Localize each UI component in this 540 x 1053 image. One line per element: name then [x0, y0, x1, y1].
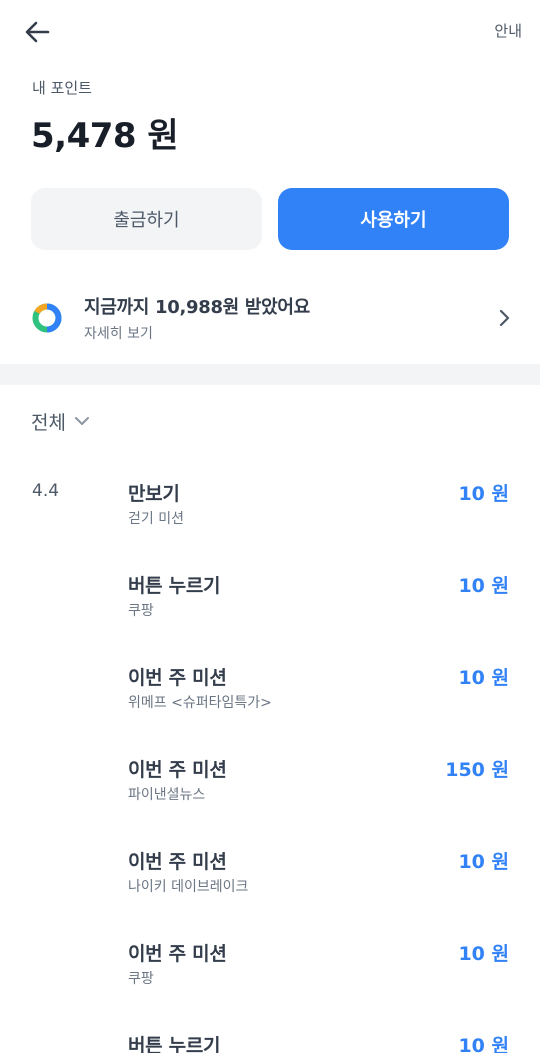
list-item[interactable]: 버튼 누르기 쿠팡 10 원: [0, 571, 540, 641]
points-balance: 5,478 원: [31, 116, 179, 156]
transaction-amount: 150 원: [445, 759, 509, 781]
transaction-source: 걷기 미션: [128, 511, 184, 527]
transaction-title: 버튼 누르기: [128, 1035, 221, 1053]
transaction-amount: 10 원: [458, 943, 509, 965]
list-item[interactable]: 이번 주 미션 쿠팡 10 원: [0, 939, 540, 1009]
withdraw-button[interactable]: 출금하기: [31, 188, 262, 250]
transaction-title: 이번 주 미션: [128, 943, 227, 965]
list-item[interactable]: 이번 주 미션 나이키 데이브레이크 10 원: [0, 847, 540, 917]
donut-chart-icon: [32, 303, 62, 333]
transaction-title: 만보기: [128, 483, 180, 505]
transaction-source: 파이낸셜뉴스: [128, 787, 206, 803]
filter-dropdown[interactable]: 전체: [31, 407, 90, 435]
use-button[interactable]: 사용하기: [278, 188, 509, 250]
transaction-amount: 10 원: [458, 667, 509, 689]
transaction-amount: 10 원: [458, 851, 509, 873]
transaction-source: 나이키 데이브레이크: [128, 879, 249, 895]
transaction-amount: 10 원: [458, 483, 509, 505]
back-button[interactable]: [18, 14, 56, 50]
section-divider: [0, 364, 540, 385]
top-bar: 안내: [0, 0, 540, 64]
transaction-title: 이번 주 미션: [128, 759, 227, 781]
list-item[interactable]: 이번 주 미션 파이낸셜뉴스 150 원: [0, 755, 540, 825]
transaction-amount: 10 원: [458, 575, 509, 597]
transaction-source: 쿠팡: [128, 971, 154, 987]
guide-link[interactable]: 안내: [494, 20, 522, 41]
transaction-source: 위메프 <슈퍼타임특가>: [128, 695, 272, 711]
points-label: 내 포인트: [32, 79, 92, 97]
transaction-title: 이번 주 미션: [128, 851, 227, 873]
summary-subtitle: 자세히 보기: [84, 326, 153, 342]
chevron-right-icon: [499, 309, 510, 327]
summary-title: 지금까지 10,988원 받았어요: [84, 297, 310, 318]
transaction-amount: 10 원: [458, 1035, 509, 1053]
filter-label: 전체: [31, 411, 66, 434]
transaction-title: 버튼 누르기: [128, 575, 221, 597]
list-item[interactable]: 만보기 걷기 미션 10 원: [0, 479, 540, 549]
arrow-left-icon: [25, 21, 50, 43]
transaction-title: 이번 주 미션: [128, 667, 227, 689]
list-item[interactable]: 이번 주 미션 위메프 <슈퍼타임특가> 10 원: [0, 663, 540, 733]
list-item[interactable]: 버튼 누르기 10 원: [0, 1031, 540, 1053]
chevron-down-icon: [74, 417, 89, 425]
transaction-source: 쿠팡: [128, 603, 154, 619]
earnings-summary-row[interactable]: 지금까지 10,988원 받았어요 자세히 보기: [0, 282, 540, 356]
